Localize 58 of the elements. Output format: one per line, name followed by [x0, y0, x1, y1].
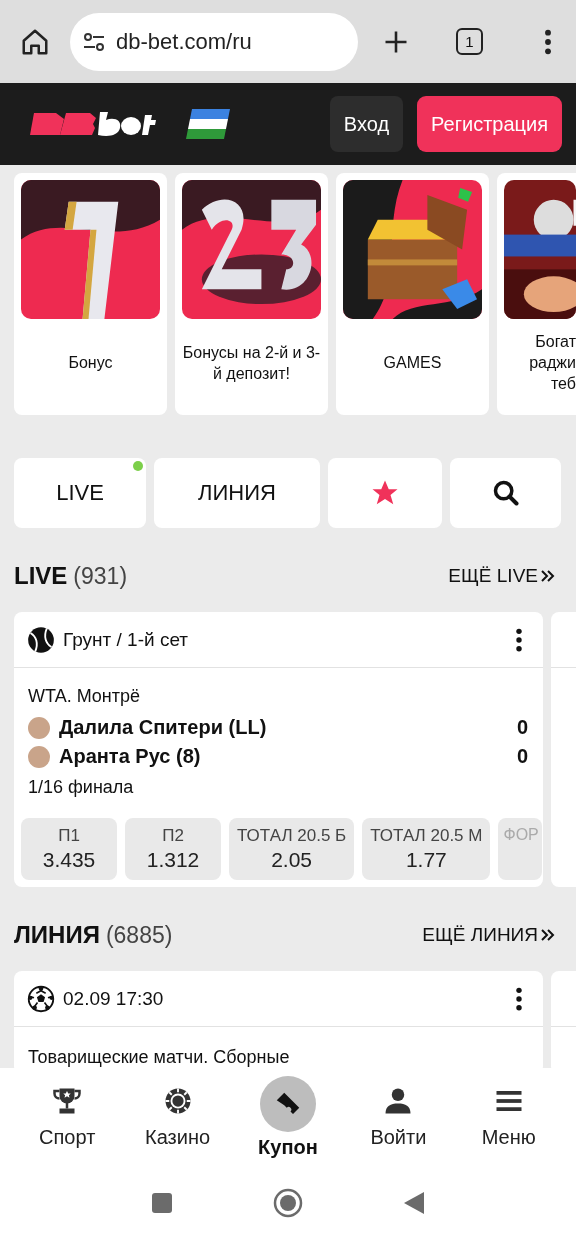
- more-icon[interactable]: [515, 985, 523, 1012]
- tab-switcher-button[interactable]: 1: [456, 28, 483, 55]
- search-tab[interactable]: [450, 458, 561, 528]
- event-card[interactable]: Грунт / 1-й сет WTA. Монтрё Далила Спитери (LL) 0 Аранта Рус (8) 0 1/16 финала П1 3.435 П2 1.312 ТОТАЛ 20.5 Б 2.05 ТОТАЛ 20.5 М 1.77 ФОР: [14, 612, 543, 887]
- promo-title: Бонусы на 2-й и 3-й депозит!: [182, 342, 321, 384]
- tab[interactable]: LIVE: [14, 458, 146, 528]
- show-more-link[interactable]: ЕЩЁ ЛИНИЯ: [422, 924, 556, 946]
- section-count: (6885): [105, 922, 173, 948]
- more-icon[interactable]: [515, 626, 523, 653]
- promo-card[interactable]: Богат раджи теб: [497, 173, 576, 415]
- tab[interactable]: ЛИНИЯ: [154, 458, 320, 528]
- odds-button[interactable]: П2 1.312: [125, 818, 221, 880]
- round-name: 1/16 финала: [28, 777, 135, 798]
- home-button-icon[interactable]: [273, 1187, 303, 1218]
- show-more-link[interactable]: ЕЩЁ LIVE: [448, 565, 556, 587]
- league-name: WTA. Монтрё: [28, 686, 142, 707]
- section-title: ЛИНИЯ: [14, 921, 100, 948]
- brand-logo-icon[interactable]: [28, 110, 158, 138]
- favorites-tab[interactable]: [328, 458, 442, 528]
- score: 0: [516, 716, 528, 739]
- nav-label[interactable]: Казино: [145, 1126, 211, 1149]
- register-button[interactable]: Регистрация: [417, 96, 562, 152]
- tennis-ball-icon: [27, 625, 55, 654]
- double-chevron-icon: [540, 927, 556, 943]
- soccer-ball-icon: [27, 984, 55, 1013]
- more-icon[interactable]: [543, 27, 553, 56]
- trophy-icon[interactable]: [52, 1086, 83, 1116]
- odds-button[interactable]: П1 3.435: [21, 818, 117, 880]
- nav-label[interactable]: Купон: [258, 1136, 318, 1159]
- section-count: (931): [73, 563, 128, 589]
- score: 0: [516, 745, 528, 768]
- promo-title: Богат раджи теб: [528, 332, 576, 394]
- flag-icon: [186, 109, 230, 139]
- event-status: 02.09 17:30: [63, 987, 164, 1010]
- nav-label[interactable]: Спорт: [39, 1126, 96, 1149]
- back-icon[interactable]: [403, 1190, 425, 1215]
- event-card[interactable]: 02.09 17:30 Товарищеские матчи. Сборные: [14, 971, 543, 1068]
- player-name: Аранта Рус (8): [59, 745, 202, 768]
- nav-label[interactable]: Войти: [370, 1126, 427, 1149]
- promo-title: GAMES: [382, 353, 443, 374]
- promo-card[interactable]: Бонусы на 2-й и 3-й депозит!: [175, 173, 328, 415]
- address-bar[interactable]: db-bet.com/ru: [70, 12, 358, 71]
- player-avatar: [28, 716, 50, 739]
- login-button[interactable]: Вход: [329, 96, 404, 152]
- promo-title: Бонус: [67, 353, 114, 374]
- promo-card[interactable]: GAMES: [336, 173, 489, 415]
- section-title: LIVE: [14, 562, 68, 589]
- odds-button[interactable]: ТОТАЛ 20.5 М 1.77: [362, 818, 491, 880]
- event-status: Грунт / 1-й сет: [63, 628, 189, 651]
- odds-button[interactable]: ТОТАЛ 20.5 Б 2.05: [229, 818, 355, 880]
- league-name: Товарищеские матчи. Сборные: [28, 1047, 291, 1068]
- player-avatar: [28, 745, 50, 768]
- recents-icon[interactable]: [151, 1191, 173, 1214]
- nav-label[interactable]: Меню: [481, 1126, 536, 1149]
- promo-card[interactable]: Бонус: [14, 173, 167, 415]
- double-chevron-icon: [540, 568, 556, 584]
- player-name: Далила Спитери (LL): [59, 716, 268, 739]
- search-icon: [491, 479, 520, 507]
